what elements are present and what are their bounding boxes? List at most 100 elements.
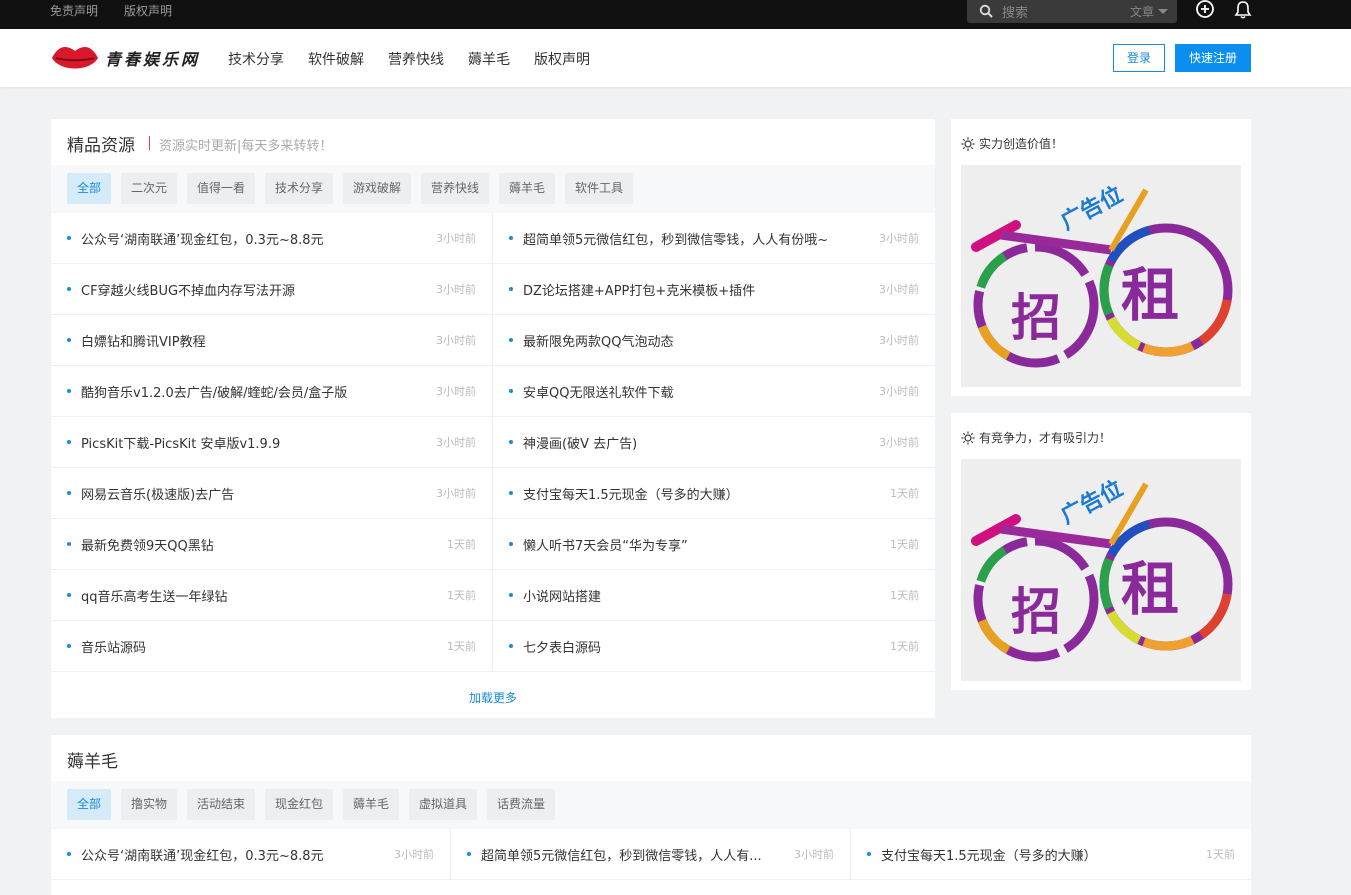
list-item-time: 3小时前 (879, 232, 919, 245)
list-item[interactable]: 支付宝每天1.5元现金（号多的大赚） 1天前 (493, 468, 935, 519)
list-item[interactable]: 音乐站源码 1天前 (51, 621, 493, 672)
site-logo[interactable]: 青春娱乐网 (50, 40, 200, 78)
register-button[interactable]: 快速注册 (1175, 44, 1251, 72)
list-item-title[interactable]: PicsKit下载-PicsKit 安卓版v1.9.9 (81, 433, 280, 452)
title-divider (149, 136, 150, 150)
tab-2[interactable]: 值得一看 (187, 173, 256, 204)
tab-6[interactable]: 话费流量 (487, 789, 556, 820)
tab-7[interactable]: 软件工具 (565, 173, 634, 204)
list-item[interactable]: 七夕表白源码 1天前 (493, 621, 935, 672)
chevron-down-icon (1158, 9, 1168, 14)
bullet-icon (67, 440, 71, 444)
list-item-title[interactable]: 公众号‘湖南联通’现金红包，0.3元~8.8元 (81, 229, 324, 248)
tab-4[interactable]: 游戏破解 (343, 173, 412, 204)
list-item[interactable]: 超简单领5元微信红包，秒到微信零钱，人人有... 3小时前 (451, 829, 851, 880)
list-item[interactable]: 安卓QQ无限送礼软件下载 3小时前 (493, 366, 935, 417)
list-item[interactable]: 公众号‘湖南联通’现金红包，0.3元~8.8元 3小时前 (51, 213, 493, 264)
list-item-title[interactable]: 小说网站搭建 (523, 586, 601, 605)
tab-3[interactable]: 技术分享 (265, 173, 334, 204)
bullet-icon (467, 852, 471, 856)
bullet-icon (67, 593, 71, 597)
load-more-link[interactable]: 加载更多 (51, 689, 935, 706)
list-item-time: 1天前 (447, 640, 476, 653)
nav-item-tech[interactable]: 技术分享 (228, 49, 284, 69)
list-item-title[interactable]: 公众号‘湖南联通’现金红包，0.3元~8.8元 (81, 845, 324, 864)
disclaimer-link[interactable]: 免责声明 (50, 2, 98, 19)
list-item-title[interactable]: 安卓QQ无限送礼软件下载 (523, 382, 673, 401)
list-item-time: 1天前 (890, 640, 919, 653)
nav-item-nutrition[interactable]: 营养快线 (388, 49, 444, 69)
section-subtitle: 资源实时更新|每天多来转转！ (159, 139, 333, 154)
list-item-title[interactable]: 酷狗音乐v1.2.0去广告/破解/蝰蛇/会员/盒子版 (81, 382, 347, 401)
copyright-link[interactable]: 版权声明 (124, 2, 172, 19)
list-item[interactable]: 小说网站搭建 1天前 (493, 570, 935, 621)
bullet-icon (67, 338, 71, 342)
login-button[interactable]: 登录 (1113, 44, 1165, 72)
list-item[interactable]: 神漫画(破V 去广告) 3小时前 (493, 417, 935, 468)
bullet-icon (509, 542, 513, 546)
list-item-title[interactable]: 最新限免两款QQ气泡动态 (523, 331, 673, 350)
ad-heading-text: 实力创造价值！ (979, 137, 1064, 151)
list-item[interactable]: 最新限免两款QQ气泡动态 3小时前 (493, 315, 935, 366)
section-title: 薅羊毛 (67, 752, 118, 772)
tab-0[interactable]: 全部 (67, 173, 112, 204)
list-item-title[interactable]: 白嫖钻和腾讯VIP教程 (81, 331, 206, 350)
tab-3[interactable]: 现金红包 (265, 789, 334, 820)
list-item[interactable]: 网易云音乐(极速版)去广告 3小时前 (51, 468, 493, 519)
plus-circle-icon[interactable] (1195, 0, 1215, 20)
tab-1[interactable]: 撸实物 (121, 789, 178, 820)
list-item-title[interactable]: CF穿越火线BUG不掉血内存写法开源 (81, 280, 295, 299)
list-item-title[interactable]: DZ论坛搭建+APP打包+克米模板+插件 (523, 280, 755, 299)
ad-text-top: 广告位 (1057, 181, 1127, 235)
list-item-title[interactable]: 网易云音乐(极速版)去广告 (81, 484, 234, 503)
list-item-time: 1天前 (890, 538, 919, 551)
list-item-time: 1天前 (447, 538, 476, 551)
tab-5[interactable]: 虚拟道具 (409, 789, 478, 820)
tab-1[interactable]: 二次元 (121, 173, 178, 204)
list-item-title[interactable]: 超简单领5元微信红包，秒到微信零钱，人人有... (481, 845, 762, 864)
search-category-select[interactable]: 文章 (1130, 3, 1154, 20)
ad-heading: 实力创造价值！ (961, 135, 1063, 152)
list-item[interactable]: 超简单领5元微信红包，秒到微信零钱，人人有份哦~ 3小时前 (493, 213, 935, 264)
tab-2[interactable]: 活动结束 (187, 789, 256, 820)
list-item[interactable]: 懒人听书7天会员“华为专享” 1天前 (493, 519, 935, 570)
list-item[interactable]: 最新免费领9天QQ黑钻 1天前 (51, 519, 493, 570)
list-item-title[interactable]: qq音乐高考生送一年绿钻 (81, 586, 228, 605)
nav-item-crack[interactable]: 软件破解 (308, 49, 364, 69)
nav-item-copyright[interactable]: 版权声明 (534, 49, 590, 69)
tab-0[interactable]: 全部 (67, 789, 112, 820)
tab-6[interactable]: 薅羊毛 (499, 173, 556, 204)
list-item-title[interactable]: 超简单领5元微信红包，秒到微信零钱，人人有份哦~ (523, 229, 828, 248)
list-item-title[interactable]: 神漫画(破V 去广告) (523, 433, 637, 452)
list-item-title[interactable]: 懒人听书7天会员“华为专享” (523, 535, 688, 554)
bullet-icon (509, 593, 513, 597)
list-item-time: 3小时前 (879, 385, 919, 398)
tab-4[interactable]: 薅羊毛 (343, 789, 400, 820)
bullet-icon (509, 440, 513, 444)
list-item[interactable]: qq音乐高考生送一年绿钻 1天前 (51, 570, 493, 621)
list-item-title[interactable]: 最新免费领9天QQ黑钻 (81, 535, 214, 554)
list-item-time: 1天前 (1206, 848, 1235, 861)
list-item-title[interactable]: 支付宝每天1.5元现金（号多的大赚） (523, 484, 739, 503)
nav-item-freebies[interactable]: 薅羊毛 (468, 49, 510, 69)
list-item-title[interactable]: 音乐站源码 (81, 637, 146, 656)
ad-heading: 有竞争力，才有吸引力！ (961, 429, 1111, 446)
list-item[interactable]: 支付宝每天1.5元现金（号多的大赚） 1天前 (851, 829, 1251, 880)
search-input[interactable]: 搜索 (1002, 2, 1028, 21)
list-item-title[interactable]: 支付宝每天1.5元现金（号多的大赚） (881, 845, 1097, 864)
list-item[interactable]: 白嫖钻和腾讯VIP教程 3小时前 (51, 315, 493, 366)
tab-5[interactable]: 营养快线 (421, 173, 490, 204)
list-item[interactable]: CF穿越火线BUG不掉血内存写法开源 3小时前 (51, 264, 493, 315)
bullet-icon (67, 491, 71, 495)
ad-banner[interactable]: 招 租 广告位 (961, 165, 1241, 387)
list-item[interactable]: PicsKit下载-PicsKit 安卓版v1.9.9 3小时前 (51, 417, 493, 468)
bell-icon[interactable] (1233, 0, 1253, 20)
ad-text-top: 广告位 (1057, 475, 1127, 529)
list-item[interactable]: 公众号‘湖南联通’现金红包，0.3元~8.8元 3小时前 (51, 829, 451, 880)
ad-banner[interactable]: 招 租 广告位 (961, 459, 1241, 681)
list-item-time: 1天前 (890, 589, 919, 602)
search-box[interactable]: 搜索 文章 (967, 0, 1177, 23)
list-item-title[interactable]: 七夕表白源码 (523, 637, 601, 656)
list-item[interactable]: DZ论坛搭建+APP打包+克米模板+插件 3小时前 (493, 264, 935, 315)
list-item[interactable]: 酷狗音乐v1.2.0去广告/破解/蝰蛇/会员/盒子版 3小时前 (51, 366, 493, 417)
